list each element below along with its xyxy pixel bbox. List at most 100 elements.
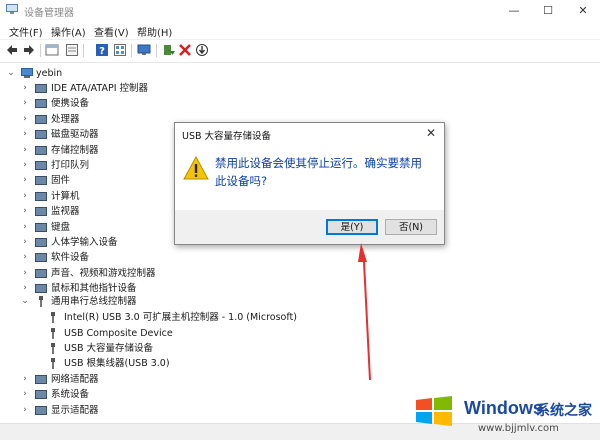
tree-category-label: 系统设备 — [51, 389, 90, 401]
dialog-close-button[interactable]: ✕ — [426, 126, 436, 140]
tree-category[interactable]: › 便携设备 — [20, 96, 320, 111]
tree-category[interactable]: › IDE ATA/ATAPI 控制器 — [20, 81, 320, 96]
uninstall-icon[interactable] — [178, 43, 192, 57]
chevron-right-icon[interactable]: › — [20, 387, 30, 402]
keyboard-icon — [35, 222, 47, 232]
update-driver-icon[interactable] — [162, 43, 176, 57]
tree-device-usb-root-hub[interactable]: USB 根集线器(USB 3.0) — [47, 356, 347, 371]
properties-icon[interactable] — [45, 43, 59, 57]
tree-device-usb-composite[interactable]: USB Composite Device — [47, 326, 347, 341]
chevron-right-icon[interactable]: › — [20, 266, 30, 281]
chevron-right-icon[interactable]: › — [20, 127, 30, 142]
dialog-message-line2: 此设备吗? — [215, 174, 268, 188]
system-device-icon — [35, 390, 47, 400]
download-icon[interactable] — [195, 43, 209, 57]
menu-action[interactable]: 操作(A) — [51, 24, 86, 39]
chevron-right-icon[interactable]: › — [20, 372, 30, 387]
tree-category-label: 打印队列 — [51, 160, 90, 171]
printer-icon — [35, 161, 47, 170]
view-icon[interactable] — [113, 43, 127, 57]
tree-category-label: 软件设备 — [51, 252, 90, 264]
tree-category[interactable]: › 显示适配器 — [20, 403, 320, 418]
tree-category-label: 键盘 — [51, 221, 71, 233]
tree-category-usb[interactable]: ⌄ 通用串行总线控制器 — [20, 294, 320, 309]
tree-category-label: 磁盘驱动器 — [51, 129, 99, 141]
device-manager-app-icon — [6, 4, 18, 14]
tree-category[interactable]: › 软件设备 — [20, 250, 320, 265]
menu-help[interactable]: 帮助(H) — [137, 24, 172, 39]
menu-bar: 文件(F) 操作(A) 查看(V) 帮助(H) — [0, 21, 600, 39]
windows-logo-icon — [416, 396, 452, 426]
warning-icon — [183, 156, 209, 180]
menu-view[interactable]: 查看(V) — [94, 24, 129, 39]
tree-category[interactable]: › 声音、视频和游戏控制器 — [20, 266, 320, 281]
watermark-cn: 系统之家 — [536, 403, 592, 419]
chevron-right-icon[interactable]: › — [20, 220, 30, 235]
tree-device-usb-host-controller[interactable]: Intel(R) USB 3.0 可扩展主机控制器 - 1.0 (Microso… — [47, 310, 347, 325]
usb-plug-icon — [51, 328, 55, 339]
svg-text:?: ? — [99, 46, 105, 57]
driver-icon[interactable] — [65, 43, 79, 57]
monitor-scan-icon[interactable] — [137, 43, 151, 57]
hid-icon — [35, 238, 47, 247]
tree-root[interactable]: ⌄ yebin — [6, 66, 206, 81]
display-adapter-icon — [35, 405, 47, 415]
tree-category-label: 计算机 — [51, 190, 80, 202]
close-button[interactable]: ✕ — [566, 0, 600, 21]
tree-category-label: 网络适配器 — [51, 374, 99, 385]
network-adapter-icon — [35, 375, 47, 384]
usb-plug-icon — [51, 312, 55, 323]
no-button[interactable]: 否(N) — [385, 219, 437, 235]
computer-icon — [35, 191, 47, 201]
menu-file[interactable]: 文件(F) — [9, 24, 43, 39]
mouse-icon — [35, 284, 47, 294]
chevron-down-icon[interactable]: ⌄ — [20, 294, 30, 309]
chevron-right-icon[interactable]: › — [20, 158, 30, 173]
back-arrow-icon[interactable] — [5, 43, 19, 57]
minimize-button[interactable]: — — [497, 0, 531, 21]
chevron-right-icon[interactable]: › — [20, 143, 30, 158]
chevron-right-icon[interactable]: › — [20, 96, 30, 111]
tree-category-label: 人体学输入设备 — [51, 237, 118, 248]
title-bar: 设备管理器 — ☐ ✕ — [0, 0, 600, 21]
maximize-button[interactable]: ☐ — [531, 0, 565, 21]
chevron-down-icon[interactable]: ⌄ — [6, 66, 16, 81]
tree-category-label: 处理器 — [51, 113, 80, 125]
chevron-right-icon[interactable]: › — [20, 204, 30, 219]
computer-icon — [21, 68, 33, 78]
monitor-icon — [35, 207, 47, 217]
disable-device-dialog: USB 大容量存储设备 ✕ 禁用此设备会使其停止运行。确实要禁用 此设备吗? 是… — [174, 122, 445, 245]
usb-plug-icon — [51, 358, 55, 369]
yes-button[interactable]: 是(Y) — [326, 219, 378, 235]
chevron-right-icon[interactable]: › — [20, 173, 30, 188]
tree-category-label: 便携设备 — [51, 98, 90, 110]
dialog-message-line1: 禁用此设备会使其停止运行。确实要禁用 — [215, 156, 422, 170]
tree-category-label: 显示适配器 — [51, 404, 99, 416]
forward-arrow-icon[interactable] — [22, 43, 36, 57]
window-title: 设备管理器 — [24, 8, 74, 19]
tree-category-label: IDE ATA/ATAPI 控制器 — [51, 83, 149, 94]
help-icon[interactable]: ? — [95, 43, 109, 57]
software-device-icon — [35, 253, 47, 263]
chevron-right-icon[interactable]: › — [20, 189, 30, 204]
dialog-title: USB 大容量存储设备 — [182, 131, 272, 142]
chevron-right-icon[interactable]: › — [20, 81, 30, 96]
chevron-right-icon[interactable]: › — [20, 403, 30, 418]
tree-category-label: 声音、视频和游戏控制器 — [51, 267, 156, 279]
tree-category[interactable]: › 系统设备 — [20, 387, 320, 402]
dialog-message: 禁用此设备会使其停止运行。确实要禁用 此设备吗? — [215, 154, 435, 190]
watermark-url: www.bjjmlv.com — [478, 423, 559, 434]
tree-category[interactable]: › 网络适配器 — [20, 372, 320, 387]
usb-icon — [39, 296, 43, 307]
sound-icon — [35, 268, 47, 278]
watermark-brand: Windows — [464, 398, 543, 418]
tree-category-label: 监视器 — [51, 206, 80, 218]
chevron-right-icon[interactable]: › — [20, 250, 30, 265]
usb-plug-icon — [51, 343, 55, 354]
toolbar: ? — [0, 39, 600, 63]
chevron-right-icon[interactable]: › — [20, 112, 30, 127]
chevron-right-icon[interactable]: › — [20, 235, 30, 250]
processor-icon — [35, 114, 47, 124]
disk-drive-icon — [35, 130, 47, 140]
tree-device-usb-mass-storage[interactable]: USB 大容量存储设备 — [47, 341, 347, 356]
